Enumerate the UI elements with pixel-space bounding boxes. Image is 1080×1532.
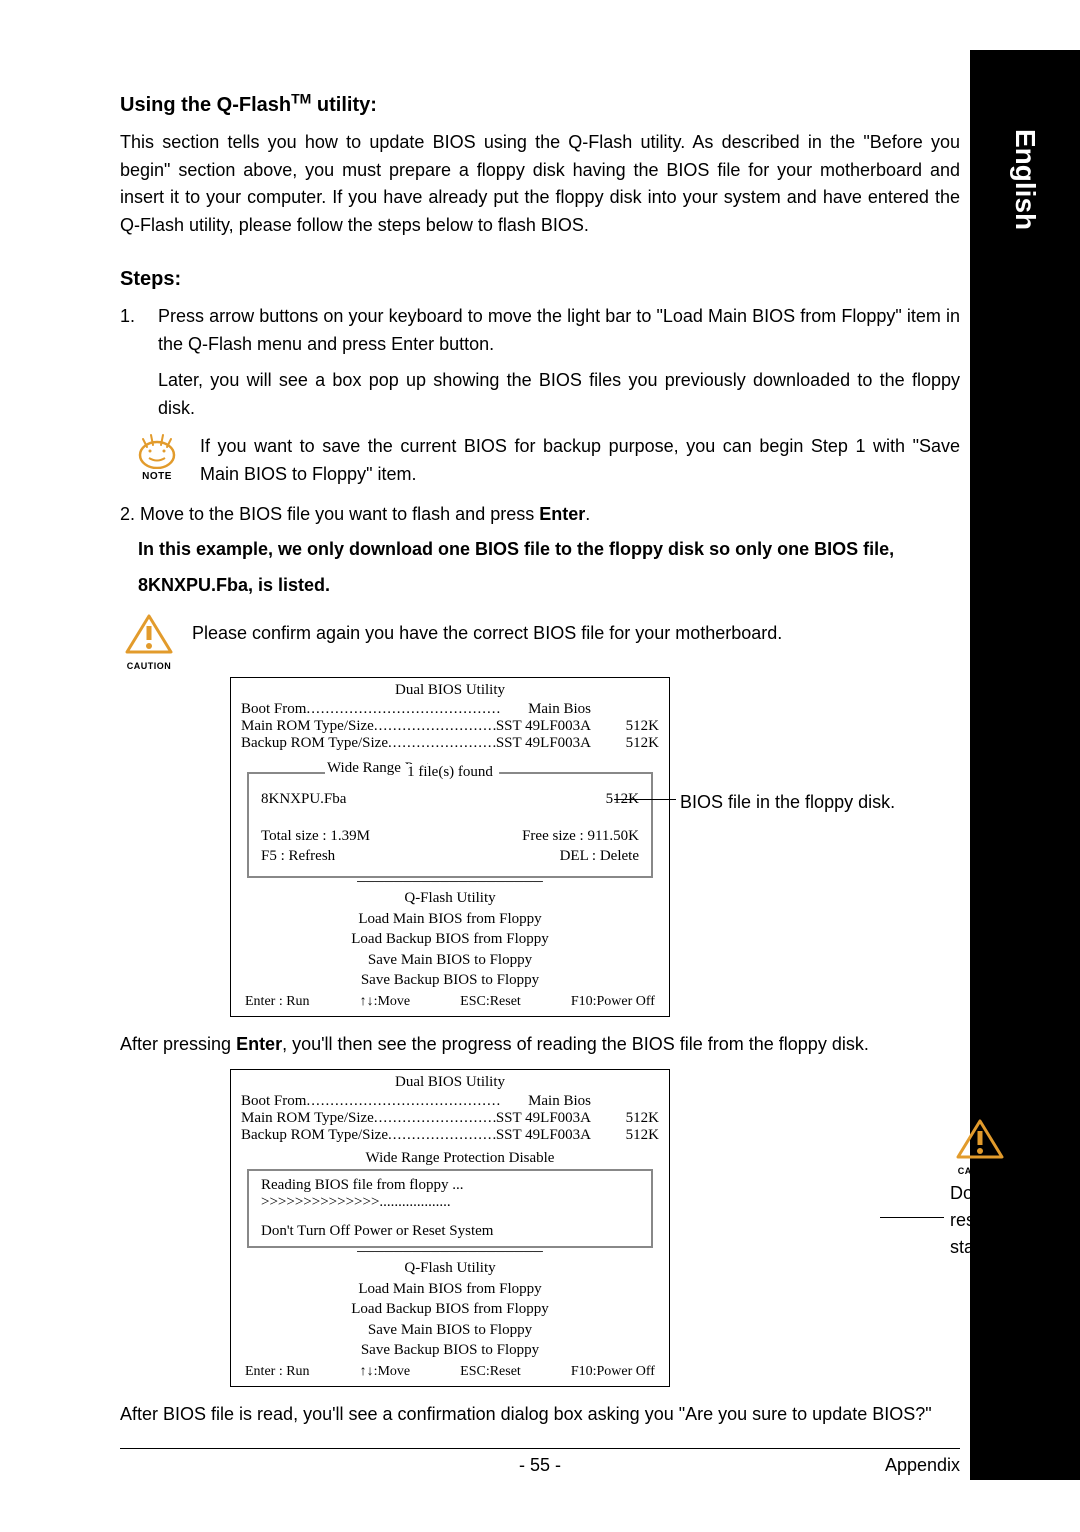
after-enter-c: , you'll then see the progress of readin…: [282, 1034, 869, 1054]
menu-load-main-2: Load Main BIOS from Floppy: [241, 1279, 659, 1299]
bios-title-2: Dual BIOS Utility: [241, 1074, 659, 1091]
step-2-prefix: 2. Move to the BIOS file you want to fla…: [120, 504, 539, 524]
caution-text-1: Please confirm again you have the correc…: [192, 614, 782, 647]
reading-line: Reading BIOS file from floppy ...: [261, 1177, 639, 1194]
page-footer: - 55 - Appendix: [120, 1448, 960, 1476]
del-delete: DEL : Delete: [560, 848, 639, 865]
files-found-label: 1 file(s) found: [401, 764, 499, 781]
caution-icon-label: CAUTION: [122, 661, 176, 671]
annotation-dont-turn-off: Do not turn off power or reset your syst…: [950, 1180, 1080, 1261]
menu-load-backup-2: Load Backup BIOS from Floppy: [241, 1299, 659, 1319]
caution-icon: CAUTION: [122, 614, 176, 671]
key-move: ↑↓:Move: [360, 994, 411, 1010]
wide-range-line: Wide Range Protection Disable: [241, 1150, 659, 1167]
menu-save-backup-2: Save Backup BIOS to Floppy: [241, 1340, 659, 1360]
bios-box-1: Dual BIOS Utility Boot From.............…: [230, 677, 670, 1017]
main-rom-value: SST 49LF003A: [496, 718, 591, 735]
after-enter-paragraph: After pressing Enter, you'll then see th…: [120, 1031, 960, 1059]
key-esc: ESC:Reset: [460, 994, 521, 1010]
bios-title: Dual BIOS Utility: [241, 682, 659, 699]
steps-heading: Steps:: [120, 268, 960, 291]
qflash-label-2: Q-Flash Utility: [241, 1260, 659, 1277]
key-f10-2: F10:Power Off: [571, 1364, 655, 1380]
menu-save-main-2: Save Main BIOS to Floppy: [241, 1320, 659, 1340]
after-read-paragraph: After BIOS file is read, you'll see a co…: [120, 1401, 960, 1429]
bold-example-line-1: In this example, we only download one BI…: [138, 536, 960, 564]
step-2-dot: .: [585, 504, 590, 524]
side-black-strip: [970, 50, 1080, 1480]
key-esc-2: ESC:Reset: [460, 1364, 521, 1380]
boot-from-label: Boot From: [241, 701, 306, 718]
caution-icon-2: CAUTION: [950, 1119, 1010, 1176]
key-enter: Enter : Run: [245, 994, 310, 1010]
bios-keys: Enter : Run ↑↓:Move ESC:Reset F10:Power …: [241, 994, 659, 1010]
step-2-enter: Enter: [539, 504, 585, 524]
menu-save-backup: Save Backup BIOS to Floppy: [241, 970, 659, 990]
step-2: 2. Move to the BIOS file you want to fla…: [120, 501, 960, 529]
file-popup: Wide Range Prot 1 file(s) found 8KNXPU.F…: [247, 772, 653, 878]
menu-save-main: Save Main BIOS to Floppy: [241, 950, 659, 970]
key-enter-2: Enter : Run: [245, 1364, 310, 1380]
page-number: - 55 -: [240, 1455, 840, 1476]
bios-menu-2: Load Main BIOS from Floppy Load Backup B…: [241, 1279, 659, 1360]
note-block: NOTE If you want to save the current BIO…: [130, 433, 960, 489]
note-icon-label: NOTE: [130, 471, 184, 482]
boot-from-label-2: Boot From: [241, 1093, 306, 1110]
dont-turn-off: Don't Turn Off Power or Reset System: [261, 1223, 639, 1240]
heading-text: Using the Q-FlashTM utility:: [120, 94, 377, 116]
bios-menu: Load Main BIOS from Floppy Load Backup B…: [241, 909, 659, 990]
annotation-bios-file: BIOS file in the floppy disk.: [680, 789, 930, 816]
step-1: 1. Press arrow buttons on your keyboard …: [120, 303, 960, 359]
bios-screenshot-1: Dual BIOS Utility Boot From.............…: [230, 677, 930, 1017]
key-move-2: ↑↓:Move: [360, 1364, 411, 1380]
after-enter-a: After pressing: [120, 1034, 236, 1054]
main-rom-value-2: SST 49LF003A: [496, 1110, 591, 1127]
qflash-label: Q-Flash Utility: [241, 890, 659, 907]
backup-rom-value-2: SST 49LF003A: [496, 1127, 591, 1144]
progress-line: >>>>>>>>>>>>>>...................: [261, 1194, 639, 1211]
backup-rom-label: Backup ROM Type/Size: [241, 735, 388, 752]
boot-from-value-2: Main Bios: [528, 1093, 591, 1110]
intro-paragraph: This section tells you how to update BIO…: [120, 129, 960, 241]
backup-rom-value: SST 49LF003A: [496, 735, 591, 752]
reading-box: Reading BIOS file from floppy ... >>>>>>…: [247, 1169, 653, 1248]
backup-rom-size: 512K: [609, 735, 659, 752]
total-size: Total size : 1.39M: [261, 828, 370, 845]
bios-box-2: Dual BIOS Utility Boot From.............…: [230, 1069, 670, 1387]
language-tab: English: [970, 100, 1080, 260]
main-rom-label: Main ROM Type/Size: [241, 718, 374, 735]
menu-load-backup: Load Backup BIOS from Floppy: [241, 929, 659, 949]
step-1-text: Press arrow buttons on your keyboard to …: [158, 303, 960, 359]
step-1-number: 1.: [120, 303, 140, 359]
main-rom-label-2: Main ROM Type/Size: [241, 1110, 374, 1127]
free-size: Free size : 911.50K: [522, 828, 639, 845]
backup-rom-size-2: 512K: [609, 1127, 659, 1144]
key-f10: F10:Power Off: [571, 994, 655, 1010]
bios-keys-2: Enter : Run ↑↓:Move ESC:Reset F10:Power …: [241, 1364, 659, 1380]
main-rom-size: 512K: [609, 718, 659, 735]
footer-section: Appendix: [840, 1455, 960, 1476]
backup-rom-label-2: Backup ROM Type/Size: [241, 1127, 388, 1144]
step-1-continuation: Later, you will see a box pop up showing…: [158, 367, 960, 423]
annotation-2-wrap: CAUTION Do not turn off power or reset y…: [950, 1119, 1080, 1261]
menu-load-main: Load Main BIOS from Floppy: [241, 909, 659, 929]
heading-using-qflash: Using the Q-FlashTM utility:: [120, 90, 960, 117]
caution-block-1: CAUTION Please confirm again you have th…: [122, 614, 960, 671]
bold-example-line-2: 8KNXPU.Fba, is listed.: [138, 572, 960, 600]
caution-icon-label-2: CAUTION: [950, 1166, 1010, 1176]
page-content: Using the Q-FlashTM utility: This sectio…: [120, 90, 960, 1429]
file-name: 8KNXPU.Fba: [261, 791, 346, 808]
f5-refresh: F5 : Refresh: [261, 848, 335, 865]
main-rom-size-2: 512K: [609, 1110, 659, 1127]
bios-screenshot-2: Dual BIOS Utility Boot From.............…: [230, 1069, 930, 1387]
note-icon: NOTE: [130, 433, 184, 482]
boot-from-value: Main Bios: [528, 701, 591, 718]
after-enter-b: Enter: [236, 1034, 282, 1054]
note-text: If you want to save the current BIOS for…: [200, 433, 960, 489]
obscured-line-2: ────────────────────: [241, 1246, 659, 1258]
